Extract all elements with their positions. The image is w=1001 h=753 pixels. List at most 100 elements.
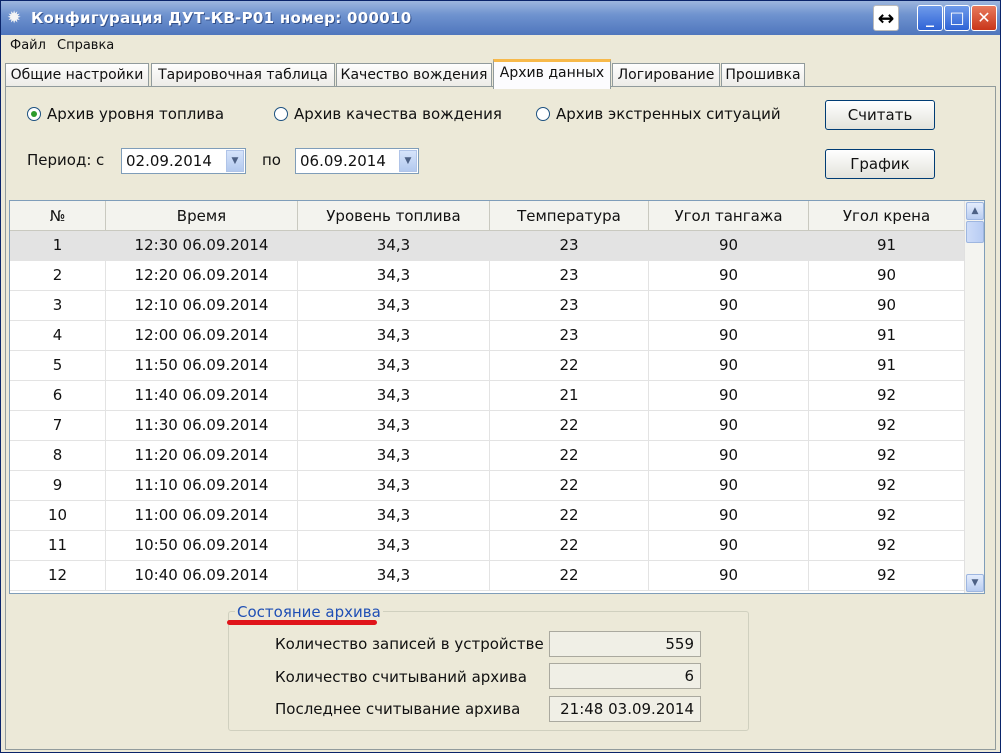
radio-label: Архив качества вождения (294, 105, 502, 123)
minimize-button[interactable]: _ (917, 5, 943, 31)
cell-number: 10 (10, 501, 106, 530)
cell-number: 6 (10, 381, 106, 410)
date-from-value: 02.09.2014 (126, 152, 212, 170)
column-header-time[interactable]: Время (106, 201, 298, 231)
cell-time: 11:10 06.09.2014 (106, 471, 298, 500)
cell-fuel-level: 34,3 (298, 561, 490, 590)
read-button[interactable]: Считать (825, 100, 935, 130)
cell-pitch: 90 (649, 231, 809, 260)
radio-label: Архив экстренных ситуаций (556, 105, 781, 123)
scroll-up-icon[interactable]: ▲ (966, 202, 984, 220)
cell-temperature: 23 (490, 291, 649, 320)
radio-fuel-archive[interactable]: Архив уровня топлива (27, 105, 224, 123)
tab-calibration-table[interactable]: Тарировочная таблица (151, 63, 335, 87)
tab-logging[interactable]: Логирование (612, 63, 720, 87)
menu-help[interactable]: Справка (57, 38, 114, 53)
cell-roll: 91 (809, 351, 965, 380)
cell-time: 10:50 06.09.2014 (106, 531, 298, 560)
tab-data-archive[interactable]: Архив данных (493, 59, 611, 89)
table-row[interactable]: 9 11:10 06.09.2014 34,3 22 90 92 (10, 471, 965, 501)
column-header-number[interactable]: № (10, 201, 106, 231)
cell-fuel-level: 34,3 (298, 291, 490, 320)
radio-driving-archive[interactable]: Архив качества вождения (274, 105, 502, 123)
move-icon[interactable]: ↔ (873, 5, 899, 31)
cell-time: 10:40 06.09.2014 (106, 561, 298, 590)
records-count-label: Количество записей в устройстве (275, 635, 544, 653)
cell-roll: 92 (809, 381, 965, 410)
window-title: Конфигурация ДУТ-КВ-Р01 номер: 000010 (31, 9, 412, 27)
reads-count-label: Количество считываний архива (275, 668, 527, 686)
table-row[interactable]: 10 11:00 06.09.2014 34,3 22 90 92 (10, 501, 965, 531)
table-row[interactable]: 2 12:20 06.09.2014 34,3 23 90 90 (10, 261, 965, 291)
cell-pitch: 90 (649, 561, 809, 590)
column-header-fuel-level[interactable]: Уровень топлива (298, 201, 490, 231)
records-count-value: 559 (549, 631, 701, 657)
cell-temperature: 22 (490, 531, 649, 560)
table-row[interactable]: 5 11:50 06.09.2014 34,3 22 90 91 (10, 351, 965, 381)
cell-roll: 91 (809, 321, 965, 350)
table-row[interactable]: 3 12:10 06.09.2014 34,3 23 90 90 (10, 291, 965, 321)
cell-temperature: 22 (490, 561, 649, 590)
cell-time: 11:30 06.09.2014 (106, 411, 298, 440)
cell-time: 11:40 06.09.2014 (106, 381, 298, 410)
cell-temperature: 22 (490, 351, 649, 380)
radio-emergency-archive[interactable]: Архив экстренных ситуаций (536, 105, 781, 123)
table-row[interactable]: 8 11:20 06.09.2014 34,3 22 90 92 (10, 441, 965, 471)
archive-status-title: Состояние архива (235, 603, 383, 621)
column-header-pitch[interactable]: Угол тангажа (649, 201, 809, 231)
scroll-down-icon[interactable]: ▼ (966, 574, 984, 592)
radio-indicator (274, 107, 288, 121)
cell-roll: 92 (809, 411, 965, 440)
cell-time: 12:30 06.09.2014 (106, 231, 298, 260)
cell-time: 11:00 06.09.2014 (106, 501, 298, 530)
chevron-down-icon[interactable]: ▼ (399, 150, 417, 172)
cell-temperature: 22 (490, 441, 649, 470)
last-read-label: Последнее считывание архива (275, 700, 521, 718)
cell-pitch: 90 (649, 471, 809, 500)
cell-temperature: 23 (490, 261, 649, 290)
cell-pitch: 90 (649, 291, 809, 320)
period-from-label: с (96, 151, 105, 169)
cell-fuel-level: 34,3 (298, 531, 490, 560)
cell-number: 8 (10, 441, 106, 470)
date-from-picker[interactable]: 02.09.2014 ▼ (121, 148, 246, 174)
date-to-picker[interactable]: 06.09.2014 ▼ (295, 148, 419, 174)
last-read-value: 21:48 03.09.2014 (549, 696, 701, 722)
cell-fuel-level: 34,3 (298, 381, 490, 410)
menu-file[interactable]: Файл (10, 38, 46, 53)
table-row[interactable]: 11 10:50 06.09.2014 34,3 22 90 92 (10, 531, 965, 561)
table-row[interactable]: 12 10:40 06.09.2014 34,3 22 90 92 (10, 561, 965, 591)
vertical-scrollbar[interactable]: ▲ ▼ (964, 201, 984, 593)
column-header-temperature[interactable]: Температура (490, 201, 649, 231)
scroll-thumb[interactable] (966, 221, 984, 243)
radio-indicator (27, 107, 41, 121)
cell-temperature: 23 (490, 231, 649, 260)
cell-number: 11 (10, 531, 106, 560)
cell-pitch: 90 (649, 501, 809, 530)
maximize-button[interactable]: □ (944, 5, 970, 31)
cell-temperature: 21 (490, 381, 649, 410)
cell-temperature: 22 (490, 411, 649, 440)
cell-temperature: 23 (490, 321, 649, 350)
cell-roll: 90 (809, 261, 965, 290)
cell-time: 12:10 06.09.2014 (106, 291, 298, 320)
cell-pitch: 90 (649, 351, 809, 380)
title-bar[interactable]: ✹ Конфигурация ДУТ-КВ-Р01 номер: 000010 … (1, 1, 1000, 35)
tab-general-settings[interactable]: Общие настройки (5, 63, 149, 87)
main-window: ✹ Конфигурация ДУТ-КВ-Р01 номер: 000010 … (0, 0, 1001, 753)
table-row[interactable]: 4 12:00 06.09.2014 34,3 23 90 91 (10, 321, 965, 351)
table-row[interactable]: 1 12:30 06.09.2014 34,3 23 90 91 (10, 231, 965, 261)
cell-time: 12:00 06.09.2014 (106, 321, 298, 350)
chart-button[interactable]: График (825, 149, 935, 179)
cell-pitch: 90 (649, 441, 809, 470)
column-header-roll[interactable]: Угол крена (809, 201, 965, 231)
tab-firmware[interactable]: Прошивка (721, 63, 805, 87)
cell-fuel-level: 34,3 (298, 321, 490, 350)
cell-fuel-level: 34,3 (298, 351, 490, 380)
cell-number: 12 (10, 561, 106, 590)
tab-driving-quality[interactable]: Качество вождения (336, 63, 492, 87)
close-button[interactable]: ✕ (971, 5, 997, 31)
chevron-down-icon[interactable]: ▼ (226, 150, 244, 172)
table-row[interactable]: 7 11:30 06.09.2014 34,3 22 90 92 (10, 411, 965, 441)
table-row[interactable]: 6 11:40 06.09.2014 34,3 21 90 92 (10, 381, 965, 411)
